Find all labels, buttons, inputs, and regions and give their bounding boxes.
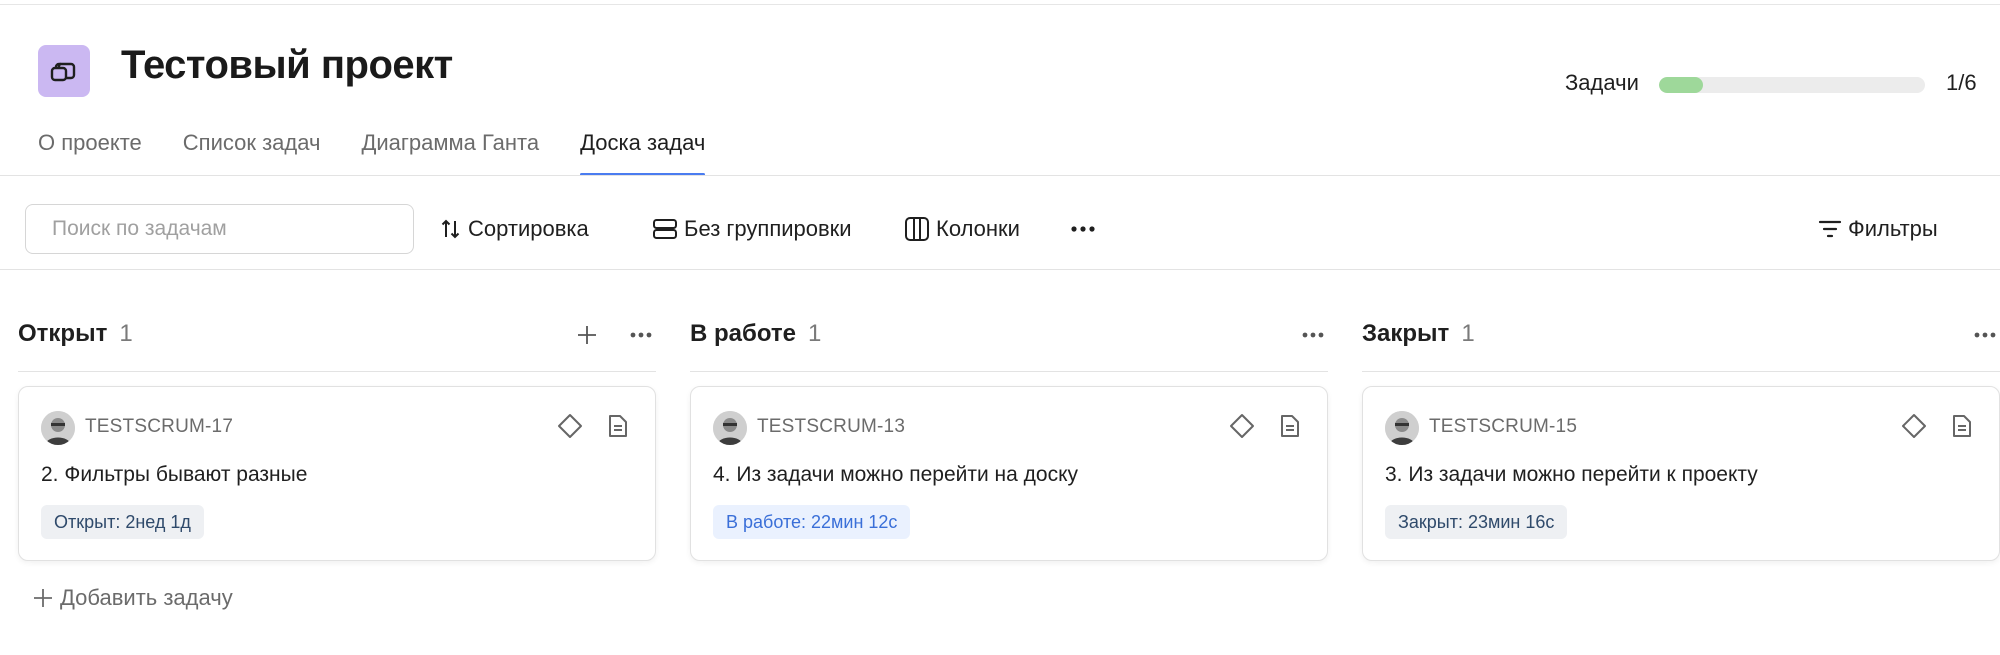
column-actions (548, 320, 656, 350)
sort-label: Сортировка (468, 216, 589, 241)
card-icons (1209, 411, 1305, 441)
column-title: Открыт 1 (18, 320, 133, 348)
document-icon (609, 415, 627, 437)
column-actions (1946, 320, 2000, 350)
plus-icon (34, 589, 52, 607)
add-task-label: Добавить задачу (60, 585, 233, 610)
task-title: 4. Из задачи можно перейти на доску (713, 463, 1079, 486)
board-toolbar: Сортировка Без группировки Колонки Фильт… (0, 176, 2000, 269)
folder-stack-icon (50, 62, 76, 82)
more-icon (1974, 332, 1996, 338)
column-title-label: Закрыт (1362, 320, 1450, 347)
column-header-divider (1362, 371, 2000, 372)
tab-task-list[interactable]: Список задач (183, 130, 321, 176)
priority-icon-button[interactable] (1227, 411, 1257, 441)
column-menu-button[interactable] (1298, 320, 1328, 350)
task-title: 2. Фильтры бывают разные (41, 463, 308, 486)
more-icon (630, 332, 652, 338)
grouping-icon (653, 219, 677, 239)
add-task-button[interactable]: Добавить задачу (32, 585, 233, 611)
tab-about[interactable]: О проекте (38, 130, 142, 176)
progress-count: 1/6 (1946, 70, 1977, 95)
task-key[interactable]: TESTSCRUM-17 (85, 416, 233, 438)
card-icons (537, 411, 633, 441)
sort-button[interactable]: Сортировка (440, 204, 589, 254)
user-avatar-icon (713, 411, 747, 445)
plus-icon (578, 326, 596, 344)
avatar (41, 411, 75, 445)
project-tabs: О проекте Список задач Диаграмма Ганта Д… (38, 130, 746, 176)
task-card[interactable]: TESTSCRUM-17 2. Фильтры бывают разные От… (18, 386, 656, 561)
board-column-closed: Закрыт 1 TESTSCRUM-15 3. Из задачи можно… (1362, 300, 2000, 561)
column-count: 1 (808, 320, 822, 347)
column-menu-button[interactable] (1970, 320, 2000, 350)
task-type-icon-button[interactable] (603, 411, 633, 441)
tasks-progress-bar (1659, 77, 1925, 93)
priority-icon-button[interactable] (1899, 411, 1929, 441)
column-title-label: В работе (690, 320, 796, 347)
task-card[interactable]: TESTSCRUM-15 3. Из задачи можно перейти … (1362, 386, 2000, 561)
task-type-icon-button[interactable] (1275, 411, 1305, 441)
board-column-open: Открыт 1 TESTSCRUM-17 2. Фильтры бывают … (18, 300, 656, 561)
diamond-icon (558, 414, 582, 438)
column-actions (1274, 320, 1328, 350)
grouping-label: Без группировки (684, 216, 852, 241)
sort-icon (441, 219, 460, 239)
more-icon (1302, 332, 1324, 338)
status-badge: Открыт: 2нед 1д (41, 505, 204, 539)
document-icon (1953, 415, 1971, 437)
filter-icon (1818, 220, 1842, 238)
project-header: Тестовый проект Задачи 1/6 О проекте Спи… (0, 0, 2000, 176)
columns-button[interactable]: Колонки (904, 204, 1020, 254)
toolbar-divider (0, 269, 2000, 270)
column-menu-button[interactable] (626, 320, 656, 350)
column-header: Закрыт 1 (1362, 300, 2000, 372)
search-input[interactable] (25, 204, 414, 254)
status-badge: В работе: 22мин 12с (713, 505, 911, 539)
task-key[interactable]: TESTSCRUM-15 (1429, 416, 1577, 438)
avatar (1385, 411, 1419, 445)
tab-gantt[interactable]: Диаграмма Ганта (361, 130, 539, 176)
document-icon (1281, 415, 1299, 437)
columns-icon (905, 217, 929, 241)
column-title: В работе 1 (690, 320, 821, 348)
filters-button[interactable]: Фильтры (1818, 204, 1938, 254)
columns-label: Колонки (936, 216, 1020, 241)
grouping-button[interactable]: Без группировки (652, 204, 852, 254)
project-icon (38, 45, 90, 97)
diamond-icon (1902, 414, 1926, 438)
add-card-button[interactable] (572, 320, 602, 350)
task-card[interactable]: TESTSCRUM-13 4. Из задачи можно перейти … (690, 386, 1328, 561)
column-header-divider (690, 371, 1328, 372)
task-key[interactable]: TESTSCRUM-13 (757, 416, 905, 438)
card-icons (1881, 411, 1977, 441)
column-header-divider (18, 371, 656, 372)
board-column-in-progress: В работе 1 TESTSCRUM-13 4. Из задачи мож… (690, 300, 1328, 561)
status-badge: Закрыт: 23мин 16с (1385, 505, 1568, 539)
user-avatar-icon (41, 411, 75, 445)
avatar (713, 411, 747, 445)
column-header: Открыт 1 (18, 300, 656, 372)
column-title: Закрыт 1 (1362, 320, 1475, 348)
priority-icon-button[interactable] (555, 411, 585, 441)
progress-fill (1659, 77, 1704, 93)
diamond-icon (1230, 414, 1254, 438)
more-toolbar-button[interactable] (1070, 204, 1102, 254)
page-title: Тестовый проект (121, 43, 453, 87)
progress-label: Задачи (1565, 70, 1639, 95)
column-header: В работе 1 (690, 300, 1328, 372)
task-type-icon-button[interactable] (1947, 411, 1977, 441)
task-title: 3. Из задачи можно перейти к проекту (1385, 463, 1758, 486)
more-icon (1071, 226, 1095, 232)
column-title-label: Открыт (18, 320, 108, 347)
filters-label: Фильтры (1848, 216, 1938, 241)
user-avatar-icon (1385, 411, 1419, 445)
column-count: 1 (119, 320, 133, 347)
column-count: 1 (1461, 320, 1475, 347)
tab-task-board[interactable]: Доска задач (580, 130, 706, 176)
